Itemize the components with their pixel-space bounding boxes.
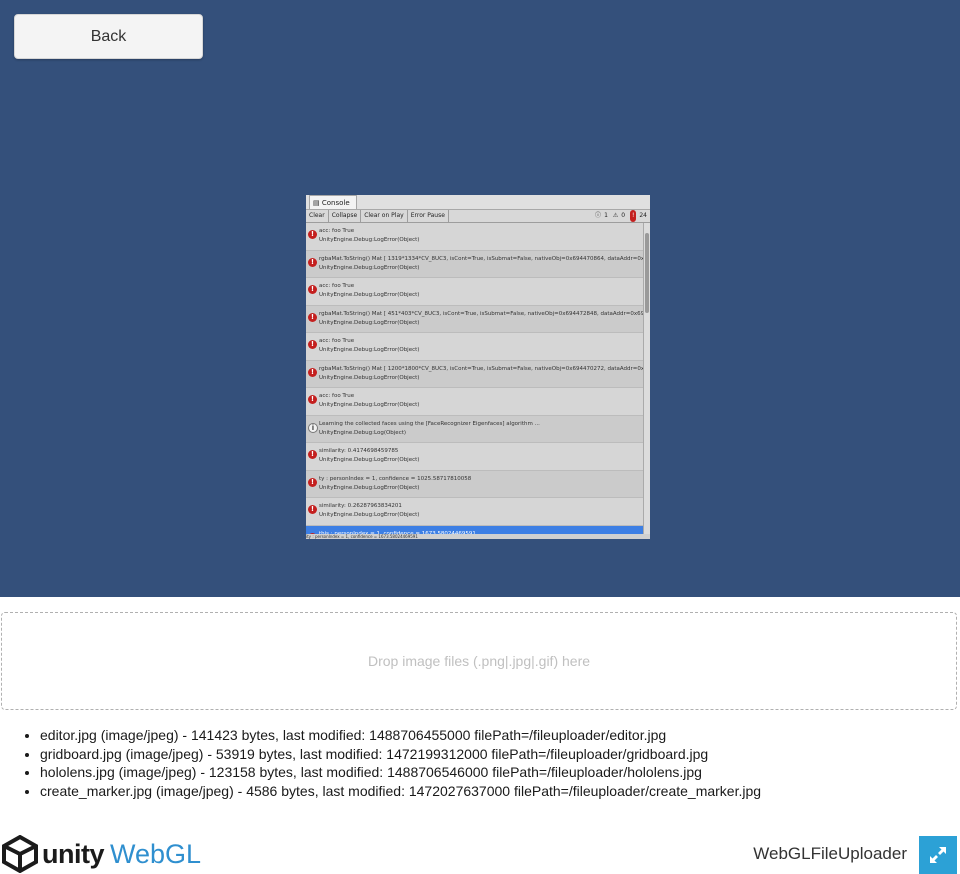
- warning-count: 0: [621, 212, 626, 219]
- log-message: rgbaMat.ToString() Mat [ 1319*1334*CV_8U…: [319, 255, 644, 262]
- error-icon: !: [308, 367, 317, 377]
- error-icon: !: [308, 257, 317, 267]
- toolbar-clear: Clear: [306, 210, 329, 222]
- log-stacktrace: UnityEngine.Debug:LogError(Object): [319, 292, 420, 298]
- log-message: Learning the collected faces using the […: [319, 420, 540, 427]
- console-log-row: ! similarity: 0.26287963834201 UnityEngine…: [306, 498, 644, 526]
- console-log-row: ! rgbaMat.ToString() Mat [ 1200*1800*CV_8…: [306, 360, 644, 388]
- file-list-item: create_marker.jpg (image/jpeg) - 4586 by…: [40, 782, 761, 801]
- error-icon: !: [308, 395, 317, 404]
- log-message: acc: foo True: [319, 283, 355, 289]
- info-icon: i: [308, 422, 318, 433]
- log-message: acc: foo True: [319, 338, 355, 344]
- error-icon: !: [308, 505, 317, 514]
- error-icon: !: [308, 450, 317, 459]
- info-count-icon: ⓘ: [595, 212, 602, 219]
- back-button[interactable]: Back: [14, 14, 203, 59]
- log-message: similarity: 0.4174698459785: [319, 448, 399, 454]
- console-log-row: ! rgbaMat.ToString() Mat [ 1319*1334*CV_8…: [306, 250, 644, 278]
- console-toolbar: Clear Collapse Clear on Play Error Pause ⓘ 1…: [306, 210, 650, 223]
- console-log-row: ! acc: foo True UnityEngine.Debug:LogError…: [306, 278, 644, 306]
- scrollbar-thumb: [645, 233, 649, 313]
- file-list-item: gridboard.jpg (image/jpeg) - 53919 bytes…: [40, 745, 761, 764]
- log-message: similarity: 0.26287963834201: [319, 503, 402, 509]
- fullscreen-button[interactable]: [919, 836, 957, 874]
- log-message: ty : personIndex = 1, confidence = 1025.…: [319, 475, 472, 482]
- console-titlebar: ▤ Console: [306, 195, 650, 210]
- unity-webgl-logo: unity WebGL: [2, 834, 201, 874]
- console-log-row: ! acc: foo True UnityEngine.Debug:LogError…: [306, 223, 644, 251]
- console-tab: ▤ Console: [309, 195, 357, 209]
- error-count: 24: [639, 212, 647, 219]
- log-message: acc: foo True: [319, 228, 355, 234]
- error-icon: !: [308, 340, 317, 349]
- unity-cube-icon: [2, 835, 38, 873]
- toolbar-clear-on-play: Clear on Play: [361, 210, 408, 222]
- log-message: rgbaMat.ToString() Mat [ 451*403*CV_8UC3…: [319, 310, 644, 317]
- dropzone-label: Drop image files (.png|.jpg|.gif) here: [367, 653, 591, 669]
- uploaded-file-list: editor.jpg (image/jpeg) - 141423 bytes, …: [22, 726, 761, 800]
- warning-count-icon: ⚠: [612, 212, 619, 219]
- file-list-item: editor.jpg (image/jpeg) - 141423 bytes, …: [40, 726, 761, 745]
- logo-unity-text: unity: [42, 838, 105, 869]
- log-stacktrace: UnityEngine.Debug:LogError(Object): [319, 237, 420, 243]
- error-count-icon: !: [629, 210, 637, 222]
- error-icon: !: [308, 312, 317, 322]
- log-stacktrace: UnityEngine.Debug:LogError(Object): [319, 512, 420, 518]
- error-icon: !: [308, 230, 317, 239]
- log-stacktrace: UnityEngine.Debug:Log(Object): [319, 429, 407, 436]
- error-icon: !: [308, 285, 317, 294]
- console-scrollbar: [643, 223, 650, 539]
- file-dropzone[interactable]: Drop image files (.png|.jpg|.gif) here: [1, 612, 957, 710]
- console-log-row: ! rgbaMat.ToString() Mat [ 451*403*CV_8UC…: [306, 305, 644, 333]
- uploaded-image-preview: ▤ Console Clear Collapse Clear on Play Erro…: [306, 195, 650, 539]
- unity-canvas[interactable]: Back ▤ Console Clear Collapse Clear on Pla…: [0, 0, 960, 597]
- logo-webgl-text: WebGL: [110, 838, 202, 869]
- fullscreen-icon: [930, 847, 946, 863]
- log-stacktrace: UnityEngine.Debug:LogError(Object): [319, 457, 420, 463]
- log-stacktrace: UnityEngine.Debug:LogError(Object): [319, 484, 420, 491]
- console-log-row: ! acc: foo True UnityEngine.Debug:LogError…: [306, 388, 644, 416]
- log-message: rgbaMat.ToString() Mat [ 1200*1800*CV_8U…: [319, 365, 644, 372]
- log-stacktrace: UnityEngine.Debug:LogError(Object): [319, 402, 420, 408]
- log-stacktrace: UnityEngine.Debug:LogError(Object): [319, 319, 420, 326]
- log-stacktrace: UnityEngine.Debug:LogError(Object): [319, 347, 420, 353]
- console-statusbar: ity : personIndex = 1, confidence = 1673…: [306, 534, 650, 539]
- console-log-row: ! similarity: 0.4174698459785 UnityEngine.…: [306, 443, 644, 471]
- error-icon: !: [308, 477, 317, 487]
- file-list-item: hololens.jpg (image/jpeg) - 123158 bytes…: [40, 763, 761, 782]
- console-tab-label: Console: [321, 199, 350, 207]
- toolbar-collapse: Collapse: [329, 210, 362, 222]
- log-stacktrace: UnityEngine.Debug:LogError(Object): [319, 374, 420, 381]
- console-icon: ▤: [313, 199, 320, 207]
- info-count: 1: [604, 212, 608, 219]
- log-message: acc: foo True: [319, 393, 355, 399]
- toolbar-error-pause: Error Pause: [408, 210, 449, 222]
- footer-title: WebGLFileUploader: [753, 844, 907, 863]
- console-log-row: i Learning the collected faces using the …: [306, 415, 644, 443]
- console-log-row: ! ty : personIndex = 1, confidence = 1025…: [306, 470, 644, 498]
- console-counts: ⓘ 1 ⚠ 0 ! 24: [592, 210, 647, 222]
- log-stacktrace: UnityEngine.Debug:LogError(Object): [319, 264, 420, 271]
- console-log-list: ! acc: foo True UnityEngine.Debug:LogError…: [306, 223, 644, 539]
- console-log-row: ! acc: foo True UnityEngine.Debug:LogError…: [306, 333, 644, 361]
